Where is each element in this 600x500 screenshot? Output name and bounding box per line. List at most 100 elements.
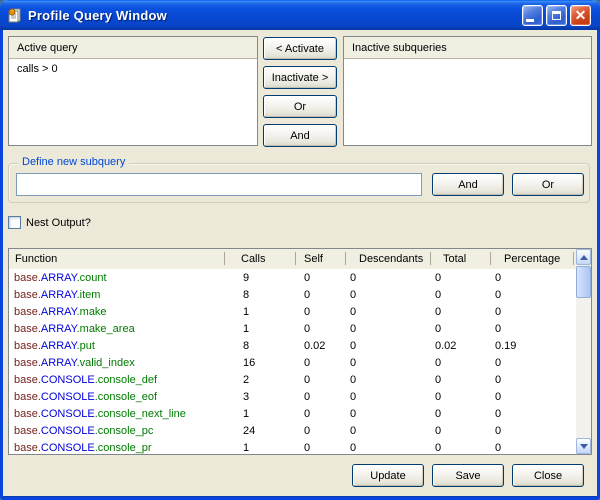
function-name-cell: base.CONSOLE.console_eof: [9, 391, 225, 403]
table-row[interactable]: base.CONSOLE.console_pc240000: [9, 422, 576, 439]
value-cell: 0: [491, 391, 574, 403]
maximize-button[interactable]: [546, 5, 567, 26]
update-button[interactable]: Update: [352, 464, 424, 487]
table-row[interactable]: base.ARRAY.valid_index160000: [9, 354, 576, 371]
function-name-cell: base.ARRAY.make: [9, 306, 225, 318]
value-cell: 0: [491, 357, 574, 369]
profile-query-window: Profile Query Window ✕ Active query call…: [0, 0, 600, 500]
value-cell: 0: [431, 357, 491, 369]
value-cell: 0: [491, 306, 574, 318]
nest-output-checkbox[interactable]: [8, 216, 21, 229]
value-cell: 0: [491, 425, 574, 437]
value-cell: 0: [431, 323, 491, 335]
value-cell: 0.02: [296, 340, 346, 352]
value-cell: 0: [491, 323, 574, 335]
scroll-thumb[interactable]: [576, 266, 591, 298]
titlebar[interactable]: Profile Query Window ✕: [0, 0, 600, 30]
subquery-input[interactable]: [16, 173, 422, 196]
value-cell: 0: [296, 306, 346, 318]
value-cell: 0: [491, 374, 574, 386]
save-button[interactable]: Save: [432, 464, 504, 487]
close-dialog-button[interactable]: Close: [512, 464, 584, 487]
close-button[interactable]: ✕: [570, 5, 591, 26]
value-cell: 0: [296, 408, 346, 420]
value-cell: 0: [431, 425, 491, 437]
value-cell: 1: [225, 408, 296, 420]
active-query-header-label: Active query: [17, 42, 78, 54]
function-name-cell: base.ARRAY.make_area: [9, 323, 225, 335]
column-header-self[interactable]: Self: [296, 249, 346, 269]
table-row[interactable]: base.ARRAY.make_area10000: [9, 320, 576, 337]
nest-output-label: Nest Output?: [26, 217, 91, 229]
function-name-cell: base.CONSOLE.console_next_line: [9, 408, 225, 420]
value-cell: 0: [296, 442, 346, 454]
value-cell: 0: [296, 289, 346, 301]
value-cell: 2: [225, 374, 296, 386]
active-query-item[interactable]: calls > 0: [9, 62, 257, 76]
value-cell: 0: [346, 442, 431, 454]
value-cell: 9: [225, 272, 296, 284]
value-cell: 0: [346, 425, 431, 437]
or-combine-button[interactable]: Or: [263, 95, 337, 118]
column-header-total[interactable]: Total: [431, 249, 491, 269]
and-combine-button[interactable]: And: [263, 124, 337, 147]
value-cell: 0: [346, 289, 431, 301]
value-cell: 0: [431, 442, 491, 454]
table-row[interactable]: base.CONSOLE.console_def20000: [9, 371, 576, 388]
maximize-icon: [552, 11, 561, 20]
value-cell: 0: [491, 442, 574, 454]
value-cell: 8: [225, 289, 296, 301]
value-cell: 0: [296, 272, 346, 284]
value-cell: 8: [225, 340, 296, 352]
table-row[interactable]: base.ARRAY.put80.0200.020.19: [9, 337, 576, 354]
table-row[interactable]: base.CONSOLE.console_pr10000: [9, 439, 576, 454]
define-subquery-label: Define new subquery: [18, 156, 129, 168]
value-cell: 0.19: [491, 340, 574, 352]
table-row[interactable]: base.ARRAY.count90000: [9, 269, 576, 286]
active-query-list[interactable]: Active query calls > 0: [8, 36, 258, 146]
inactivate-button[interactable]: Inactivate >: [263, 66, 337, 89]
value-cell: 0: [296, 357, 346, 369]
table-scrollbar[interactable]: [576, 249, 591, 454]
window-title: Profile Query Window: [28, 8, 522, 23]
inactive-subqueries-header: Inactive subqueries: [344, 37, 591, 59]
value-cell: 0: [431, 391, 491, 403]
scroll-up-button[interactable]: [576, 249, 591, 265]
scroll-down-button[interactable]: [576, 438, 591, 454]
value-cell: 0: [491, 272, 574, 284]
subquery-and-button[interactable]: And: [432, 173, 504, 196]
value-cell: 0.02: [431, 340, 491, 352]
value-cell: 16: [225, 357, 296, 369]
value-cell: 1: [225, 306, 296, 318]
value-cell: 0: [296, 323, 346, 335]
value-cell: 0: [346, 323, 431, 335]
value-cell: 0: [346, 272, 431, 284]
value-cell: 0: [431, 374, 491, 386]
column-header-calls[interactable]: Calls: [225, 249, 296, 269]
value-cell: 0: [491, 408, 574, 420]
value-cell: 0: [296, 374, 346, 386]
function-name-cell: base.ARRAY.valid_index: [9, 357, 225, 369]
minimize-button[interactable]: [522, 5, 543, 26]
value-cell: 0: [346, 340, 431, 352]
inactive-subqueries-header-label: Inactive subqueries: [352, 42, 447, 54]
inactive-subqueries-list[interactable]: Inactive subqueries: [343, 36, 592, 146]
value-cell: 0: [296, 391, 346, 403]
close-icon: ✕: [575, 8, 587, 22]
table-row[interactable]: base.ARRAY.make10000: [9, 303, 576, 320]
table-row[interactable]: base.ARRAY.item80000: [9, 286, 576, 303]
column-header-function[interactable]: Function: [9, 249, 225, 269]
column-header-percentage[interactable]: Percentage: [491, 249, 574, 269]
value-cell: 1: [225, 323, 296, 335]
value-cell: 0: [296, 425, 346, 437]
window-icon: [7, 7, 23, 23]
minimize-icon: [526, 19, 534, 22]
column-header-descendants[interactable]: Descendants: [346, 249, 431, 269]
subquery-or-button[interactable]: Or: [512, 173, 584, 196]
table-row[interactable]: base.CONSOLE.console_eof30000: [9, 388, 576, 405]
table-row[interactable]: base.CONSOLE.console_next_line10000: [9, 405, 576, 422]
profile-table: Function Calls Self Descendants Total Pe…: [8, 248, 592, 455]
activate-button[interactable]: < Activate: [263, 37, 337, 60]
function-name-cell: base.CONSOLE.console_def: [9, 374, 225, 386]
value-cell: 0: [346, 357, 431, 369]
